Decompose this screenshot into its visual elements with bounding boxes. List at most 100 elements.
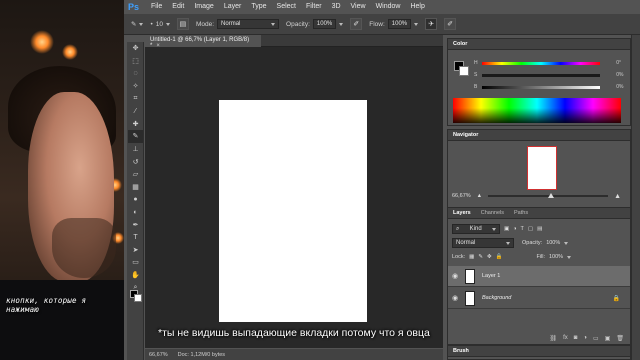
menu-layer[interactable]: Layer: [224, 3, 242, 10]
menu-help[interactable]: Help: [410, 3, 424, 10]
move-tool-icon[interactable]: ✥: [128, 42, 143, 55]
quick-select-tool-icon[interactable]: ✧: [128, 80, 143, 93]
tab-navigator[interactable]: Navigator: [453, 132, 478, 138]
saturation-slider[interactable]: S 0 %: [474, 71, 624, 79]
pressure-size-icon[interactable]: ✐: [444, 18, 457, 30]
healing-brush-tool-icon[interactable]: ✚: [128, 118, 143, 131]
zoom-in-icon[interactable]: ▲: [614, 193, 621, 200]
add-mask-icon[interactable]: ◙: [574, 335, 578, 341]
menu-image[interactable]: Image: [194, 3, 213, 10]
filter-adjustment-icon[interactable]: ◑: [513, 226, 516, 232]
airbrush-icon[interactable]: ✈: [425, 18, 438, 30]
menu-window[interactable]: Window: [376, 3, 401, 10]
saturation-slider-track[interactable]: [482, 73, 600, 77]
gradient-tool-icon[interactable]: ▦: [128, 181, 143, 194]
lock-all-icon[interactable]: 🔒: [496, 254, 503, 260]
brush-tool-icon[interactable]: ✎: [128, 130, 143, 143]
zoom-level[interactable]: 66,67%: [149, 352, 168, 358]
menu-edit[interactable]: Edit: [172, 3, 184, 10]
opacity-field[interactable]: 100%: [312, 19, 337, 29]
layer-style-icon[interactable]: fx: [563, 335, 568, 341]
lock-transparent-icon[interactable]: ▦: [469, 254, 474, 260]
layer-row[interactable]: ◉ Background 🔒: [448, 288, 630, 309]
brightness-value[interactable]: 0: [605, 84, 619, 90]
tab-color[interactable]: Color: [453, 41, 467, 47]
navigator-zoom-value[interactable]: 66,67%: [452, 193, 471, 199]
shape-tool-icon[interactable]: ▭: [128, 256, 143, 269]
lasso-tool-icon[interactable]: ◌: [128, 67, 143, 80]
pressure-opacity-icon[interactable]: ✐: [350, 18, 363, 30]
chevron-down-icon[interactable]: [564, 241, 569, 245]
dodge-tool-icon[interactable]: ◐: [128, 206, 143, 219]
lock-position-icon[interactable]: ✥: [487, 254, 492, 260]
chevron-down-icon[interactable]: [567, 255, 572, 259]
hand-tool-icon[interactable]: ✋: [128, 269, 143, 282]
menu-type[interactable]: Type: [251, 3, 266, 10]
tab-channels[interactable]: Channels: [481, 210, 504, 216]
eyedropper-tool-icon[interactable]: ⁄: [128, 105, 143, 118]
blend-mode-select[interactable]: Normal: [452, 238, 514, 248]
type-tool-icon[interactable]: T: [128, 231, 143, 244]
document-canvas[interactable]: [219, 100, 367, 322]
menu-filter[interactable]: Filter: [306, 3, 322, 10]
navigator-thumbnail[interactable]: [527, 146, 557, 190]
filter-shape-icon[interactable]: ▢: [528, 226, 533, 232]
layer-kind-select[interactable]: ⌕ Kind: [452, 224, 500, 234]
lock-pixels-icon[interactable]: ✎: [478, 254, 483, 260]
menu-3d[interactable]: 3D: [332, 3, 341, 10]
marquee-tool-icon[interactable]: ⬚: [128, 55, 143, 68]
layer-thumbnail[interactable]: [465, 268, 475, 284]
brush-panel-toggle-icon[interactable]: ▤: [176, 18, 189, 30]
chevron-down-icon: [506, 241, 510, 245]
clone-stamp-tool-icon[interactable]: ⊥: [128, 143, 143, 156]
flow-field[interactable]: 100%: [387, 19, 412, 29]
tab-layers[interactable]: Layers: [453, 210, 471, 216]
hue-slider[interactable]: H 0 °: [474, 59, 624, 67]
color-panel-background-swatch[interactable]: [459, 66, 469, 76]
filter-smart-object-icon[interactable]: ▤: [537, 226, 542, 232]
navigator-zoom-slider[interactable]: [488, 193, 609, 198]
eraser-tool-icon[interactable]: ▱: [128, 168, 143, 181]
tab-paths[interactable]: Paths: [514, 210, 528, 216]
chevron-down-icon[interactable]: [339, 22, 344, 26]
visibility-eye-icon[interactable]: ◉: [448, 272, 462, 280]
layer-opacity-value[interactable]: 100%: [546, 240, 560, 246]
zoom-out-icon[interactable]: ▲: [477, 193, 482, 199]
link-layers-icon[interactable]: ⛓: [549, 335, 557, 342]
background-color-swatch[interactable]: [134, 294, 142, 302]
brightness-slider-track[interactable]: [482, 85, 600, 89]
brush-size-picker[interactable]: • 10: [150, 21, 170, 28]
tool-preset-picker[interactable]: ✎: [131, 20, 144, 28]
hue-value[interactable]: 0: [605, 60, 619, 66]
hue-slider-track[interactable]: [482, 61, 600, 65]
filter-type-icon[interactable]: T: [521, 226, 524, 232]
path-selection-tool-icon[interactable]: ➤: [128, 244, 143, 257]
menu-file[interactable]: File: [151, 3, 162, 10]
brightness-slider[interactable]: B 0 %: [474, 83, 624, 91]
adjustment-layer-icon[interactable]: ◑: [583, 335, 587, 341]
color-spectrum-ramp[interactable]: [453, 98, 621, 123]
slider-knob-icon[interactable]: [548, 193, 555, 198]
tab-brush[interactable]: Brush: [453, 348, 469, 354]
pen-tool-icon[interactable]: ✒: [128, 218, 143, 231]
history-brush-tool-icon[interactable]: ↺: [128, 155, 143, 168]
layer-name[interactable]: Background: [482, 295, 511, 301]
crop-tool-icon[interactable]: ⌗: [128, 92, 143, 105]
filter-pixel-icon[interactable]: ▣: [504, 226, 509, 232]
saturation-value[interactable]: 0: [605, 72, 619, 78]
menu-select[interactable]: Select: [277, 3, 296, 10]
chevron-down-icon[interactable]: [414, 22, 419, 26]
menu-view[interactable]: View: [351, 3, 366, 10]
visibility-eye-icon[interactable]: ◉: [448, 294, 462, 302]
new-group-icon[interactable]: ▭: [593, 335, 599, 342]
mode-select[interactable]: Normal: [217, 19, 280, 29]
document-tab[interactable]: Untitled-1 @ 66,7% (Layer 1, RGB/8) * ×: [145, 35, 261, 49]
delete-layer-icon[interactable]: 🗑: [616, 335, 624, 342]
fill-value[interactable]: 100%: [549, 254, 563, 260]
new-layer-icon[interactable]: ▣: [605, 335, 611, 342]
blur-tool-icon[interactable]: ●: [128, 193, 143, 206]
canvas-background[interactable]: [145, 47, 443, 348]
layer-row[interactable]: ◉ Layer 1: [448, 266, 630, 287]
layer-thumbnail[interactable]: [465, 290, 475, 306]
layer-name[interactable]: Layer 1: [482, 273, 500, 279]
